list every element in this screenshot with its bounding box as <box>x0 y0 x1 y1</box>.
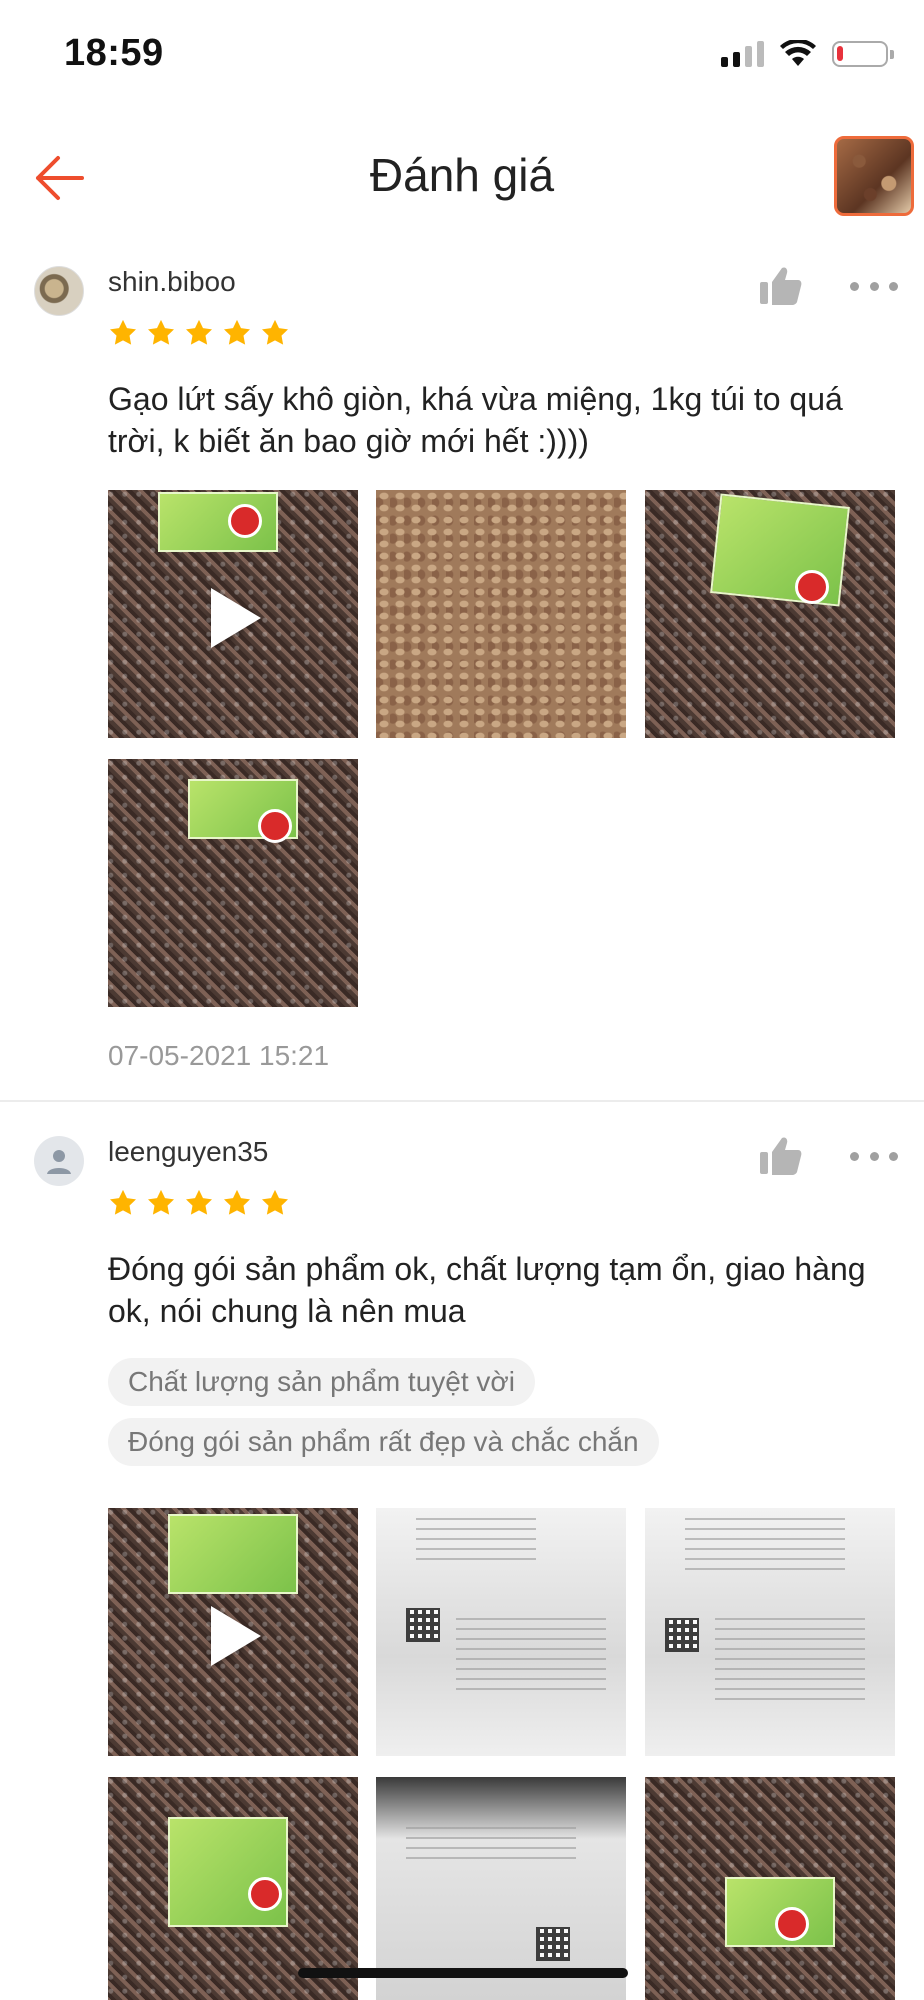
like-button[interactable] <box>756 1134 804 1178</box>
more-options-button[interactable] <box>850 1146 898 1166</box>
like-button[interactable] <box>756 264 804 308</box>
rating-stars <box>108 1188 290 1218</box>
thumbs-up-icon <box>760 267 802 305</box>
review-comment: Gạo lứt sấy khô giòn, khá vừa miệng, 1kg… <box>108 381 843 459</box>
review-photo[interactable] <box>108 1777 358 2000</box>
star-icon <box>262 1189 288 1215</box>
user-icon <box>47 1150 71 1174</box>
review-tag: Chất lượng sản phẩm tuyệt vời <box>108 1358 535 1406</box>
wifi-icon <box>780 40 816 66</box>
review-photo[interactable] <box>645 1777 895 2000</box>
home-indicator[interactable] <box>298 1968 628 1978</box>
play-icon <box>211 588 261 648</box>
review-comment: Đóng gói sản phẩm ok, chất lượng tạm ổn,… <box>108 1251 866 1329</box>
product-thumbnail[interactable] <box>834 136 914 216</box>
star-icon <box>148 1189 174 1215</box>
star-icon <box>110 1189 136 1215</box>
star-icon <box>224 319 250 345</box>
star-icon <box>262 319 288 345</box>
review-photo[interactable] <box>376 490 626 738</box>
signal-icon <box>721 41 764 67</box>
status-bar: 18:59 <box>0 0 924 110</box>
review-username[interactable]: shin.biboo <box>108 266 236 298</box>
battery-icon <box>832 41 894 67</box>
review-photo[interactable] <box>376 1508 626 1756</box>
review-item: shin.biboo Gạo lứt sấy khô giòn, khá vừa… <box>0 236 924 1100</box>
review-video-thumbnail[interactable] <box>108 1508 358 1756</box>
review-photo[interactable] <box>108 759 358 1007</box>
review-video-thumbnail[interactable] <box>108 490 358 738</box>
status-icons <box>721 40 894 68</box>
star-icon <box>186 319 212 345</box>
review-tag: Đóng gói sản phẩm rất đẹp và chắc chắn <box>108 1418 659 1466</box>
battery-level <box>837 46 843 61</box>
thumbs-up-icon <box>760 1137 802 1175</box>
more-options-button[interactable] <box>850 276 898 296</box>
review-photo[interactable] <box>376 1777 626 2000</box>
header: Đánh giá <box>0 118 924 236</box>
page-title: Đánh giá <box>369 149 555 201</box>
play-icon <box>211 1606 261 1666</box>
star-icon <box>110 319 136 345</box>
star-icon <box>186 1189 212 1215</box>
avatar[interactable] <box>34 1136 84 1186</box>
star-icon <box>224 1189 250 1215</box>
review-username[interactable]: leenguyen35 <box>108 1136 268 1168</box>
review-photo[interactable] <box>645 1508 895 1756</box>
rating-stars <box>108 318 290 348</box>
review-photo[interactable] <box>645 490 895 738</box>
review-item: leenguyen35 Đóng gói sản phẩm ok, chất l… <box>0 1102 924 2000</box>
star-icon <box>148 319 174 345</box>
avatar[interactable] <box>34 266 84 316</box>
review-date: 07-05-2021 15:21 <box>108 1040 330 1071</box>
status-time: 18:59 <box>64 32 164 74</box>
